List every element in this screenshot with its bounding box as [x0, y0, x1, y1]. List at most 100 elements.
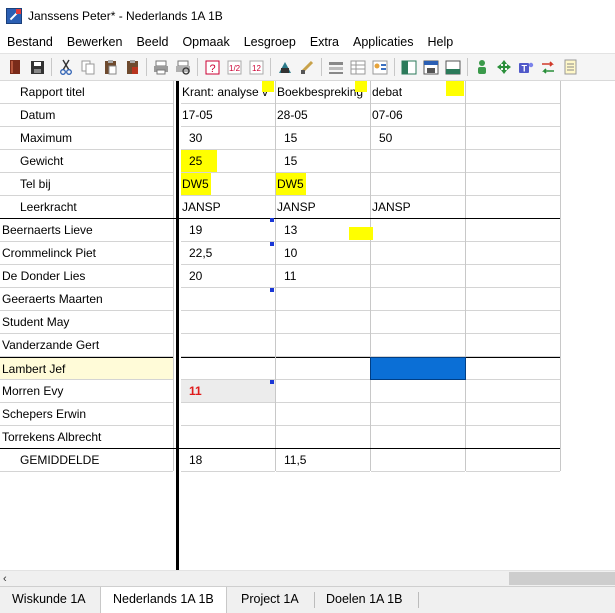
- empty-cell[interactable]: [466, 104, 560, 127]
- tab-nederlands-1a-1b[interactable]: Nederlands 1A 1B: [100, 587, 227, 613]
- scroll-left-icon[interactable]: ‹: [3, 571, 7, 587]
- score-cell[interactable]: [276, 403, 370, 426]
- note-marker[interactable]: [270, 218, 274, 222]
- score-cell[interactable]: [181, 426, 275, 449]
- score-cell[interactable]: 11: [276, 265, 370, 288]
- table-icon[interactable]: 12: [247, 58, 265, 76]
- comment-marker[interactable]: [349, 227, 373, 240]
- score-cell[interactable]: [466, 311, 560, 334]
- student-name[interactable]: Geeraerts Maarten: [0, 288, 173, 311]
- student-name[interactable]: Torrekens Albrecht: [0, 426, 173, 449]
- settings-icon[interactable]: [276, 58, 294, 76]
- tab-wiskunde-1a[interactable]: Wiskunde 1A: [0, 587, 98, 613]
- note-marker[interactable]: [270, 288, 274, 292]
- menu-bewerken[interactable]: Bewerken: [60, 31, 130, 53]
- paste-icon[interactable]: [101, 58, 119, 76]
- score-cell[interactable]: [371, 426, 465, 449]
- horizontal-scrollbar[interactable]: ‹: [0, 570, 615, 586]
- score-cell[interactable]: [276, 334, 370, 357]
- score-cell[interactable]: [466, 265, 560, 288]
- score-cell[interactable]: [181, 311, 275, 334]
- save-icon[interactable]: [28, 58, 46, 76]
- score-cell[interactable]: [181, 288, 275, 311]
- test-counts-towards-cell[interactable]: DW5: [181, 173, 275, 196]
- score-cell[interactable]: [276, 288, 370, 311]
- score-cell-failing[interactable]: 11: [181, 380, 275, 403]
- score-cell[interactable]: [181, 357, 275, 380]
- test-date-cell[interactable]: 28-05: [276, 104, 370, 127]
- move-icon[interactable]: [495, 58, 513, 76]
- score-cell-selected[interactable]: [370, 357, 466, 380]
- score-cell[interactable]: [466, 380, 560, 403]
- score-cell[interactable]: [466, 426, 560, 449]
- test-counts-towards-cell[interactable]: DW5: [276, 173, 370, 196]
- score-cell[interactable]: 22,5: [181, 242, 275, 265]
- cut-icon[interactable]: [57, 58, 75, 76]
- empty-cell[interactable]: [466, 81, 560, 104]
- empty-cell[interactable]: [466, 127, 560, 150]
- menu-extra[interactable]: Extra: [303, 31, 346, 53]
- student-name[interactable]: Crommelinck Piet: [0, 242, 173, 265]
- chart-icon[interactable]: 1/2: [225, 58, 243, 76]
- frozen-column-splitter[interactable]: [176, 81, 179, 570]
- score-cell[interactable]: [371, 288, 465, 311]
- comment-marker[interactable]: [355, 81, 367, 92]
- score-cell[interactable]: [276, 357, 370, 380]
- copy-icon[interactable]: [79, 58, 97, 76]
- score-cell[interactable]: [371, 242, 465, 265]
- score-cell[interactable]: [371, 334, 465, 357]
- student-name[interactable]: Vanderzande Gert: [0, 334, 173, 357]
- test-teacher-cell[interactable]: JANSP: [371, 196, 465, 219]
- help-icon[interactable]: ?: [203, 58, 221, 76]
- score-cell[interactable]: [371, 219, 465, 242]
- note-marker[interactable]: [270, 380, 274, 384]
- person-icon[interactable]: [473, 58, 491, 76]
- test-date-cell[interactable]: 17-05: [181, 104, 275, 127]
- window-save-icon[interactable]: [422, 58, 440, 76]
- comment-marker[interactable]: [262, 81, 274, 92]
- student-name[interactable]: Schepers Erwin: [0, 403, 173, 426]
- empty-cell[interactable]: [466, 173, 560, 196]
- score-cell[interactable]: [466, 242, 560, 265]
- score-cell[interactable]: [371, 380, 465, 403]
- user-card-icon[interactable]: [371, 58, 389, 76]
- test-title-cell[interactable]: Krant: analyse v: [181, 81, 275, 104]
- test-weight-cell[interactable]: 25: [181, 150, 275, 173]
- test-maximum-cell[interactable]: 50: [371, 127, 465, 150]
- empty-cell[interactable]: [466, 196, 560, 219]
- menu-beeld[interactable]: Beeld: [129, 31, 175, 53]
- book-icon[interactable]: [6, 58, 24, 76]
- score-cell[interactable]: [181, 403, 275, 426]
- window-bottom-icon[interactable]: [444, 58, 462, 76]
- score-cell[interactable]: 20: [181, 265, 275, 288]
- comment-marker[interactable]: [446, 81, 464, 96]
- score-cell[interactable]: [276, 380, 370, 403]
- score-cell[interactable]: [371, 311, 465, 334]
- student-name[interactable]: Student May: [0, 311, 173, 334]
- scrollbar-thumb[interactable]: [509, 572, 615, 585]
- score-cell[interactable]: 10: [276, 242, 370, 265]
- print-preview-icon[interactable]: [174, 58, 192, 76]
- score-cell[interactable]: [276, 426, 370, 449]
- score-cell[interactable]: [466, 334, 560, 357]
- score-cell[interactable]: [466, 219, 560, 242]
- menu-applicaties[interactable]: Applicaties: [346, 31, 420, 53]
- empty-cell[interactable]: [466, 150, 560, 173]
- menu-help[interactable]: Help: [420, 31, 460, 53]
- brush-icon[interactable]: [298, 58, 316, 76]
- score-cell[interactable]: [276, 311, 370, 334]
- score-cell[interactable]: [181, 334, 275, 357]
- student-name[interactable]: Morren Evy: [0, 380, 173, 403]
- menu-bestand[interactable]: Bestand: [0, 31, 60, 53]
- tab-project-1a[interactable]: Project 1A: [229, 587, 311, 613]
- test-teacher-cell[interactable]: JANSP: [181, 196, 275, 219]
- test-teacher-cell[interactable]: JANSP: [276, 196, 370, 219]
- score-cell[interactable]: [371, 403, 465, 426]
- student-name[interactable]: De Donder Lies: [0, 265, 173, 288]
- grid-icon[interactable]: [349, 58, 367, 76]
- score-cell[interactable]: [371, 265, 465, 288]
- tab-doelen-1a-1b[interactable]: Doelen 1A 1B: [314, 587, 414, 613]
- test-weight-cell[interactable]: 15: [276, 150, 370, 173]
- paste-special-icon[interactable]: [123, 58, 141, 76]
- menu-opmaak[interactable]: Opmaak: [175, 31, 236, 53]
